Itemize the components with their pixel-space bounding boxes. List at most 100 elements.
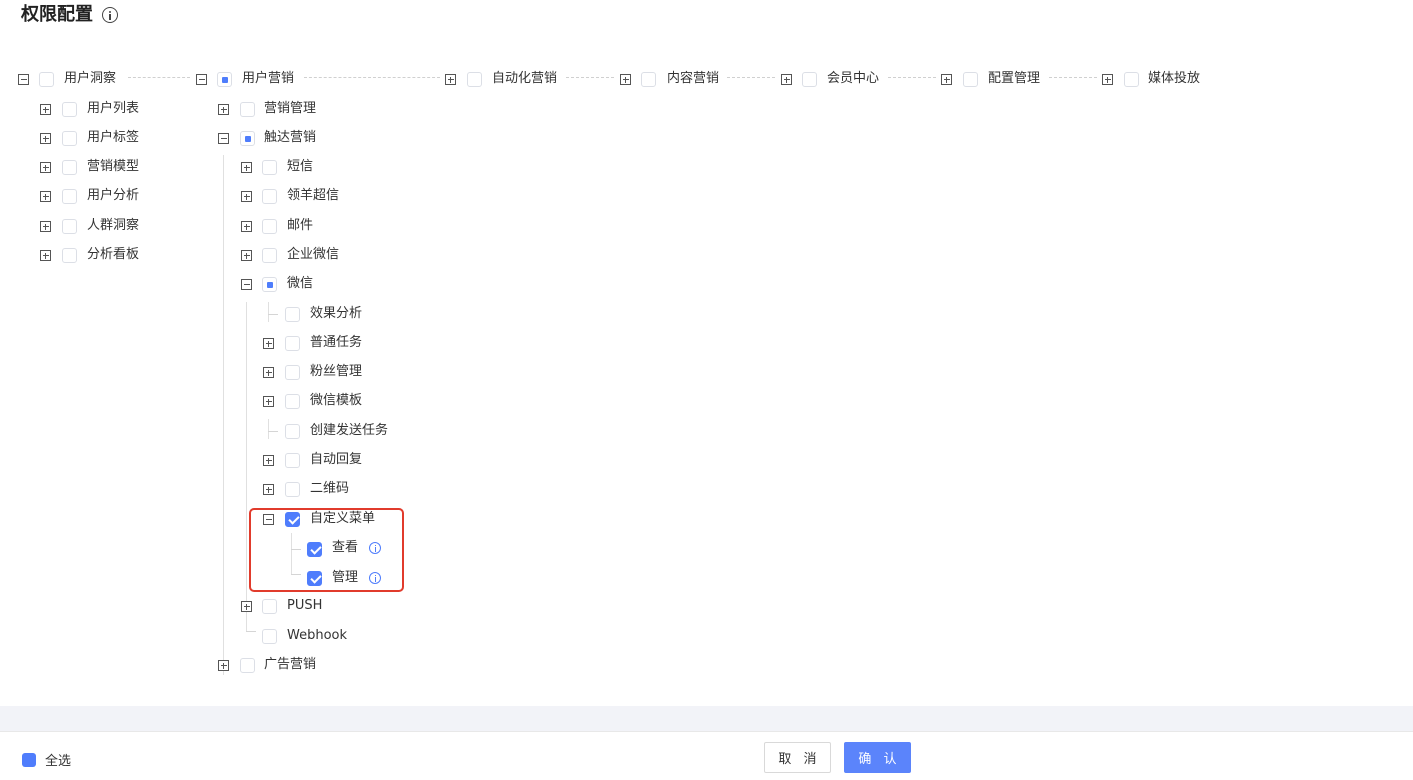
checkbox[interactable] (1124, 72, 1139, 87)
expand-icon[interactable] (40, 191, 51, 202)
tree-node-label: PUSH (287, 598, 323, 613)
collapse-icon[interactable] (241, 279, 252, 290)
tree-node-label: 微信 (287, 276, 314, 291)
select-all-checkbox[interactable] (22, 752, 36, 767)
checkbox[interactable] (307, 542, 322, 557)
collapse-icon[interactable] (196, 74, 207, 85)
tree-node-label: 用户洞察 (64, 71, 117, 86)
checkbox[interactable] (262, 629, 277, 644)
tree-node-label: Webhook (287, 628, 348, 643)
expand-icon[interactable] (241, 191, 252, 202)
connector-line (1049, 77, 1097, 78)
checkbox[interactable] (62, 160, 77, 175)
expand-icon[interactable] (40, 221, 51, 232)
expand-icon[interactable] (1102, 74, 1113, 85)
expand-icon[interactable] (218, 104, 229, 115)
checkbox[interactable] (963, 72, 978, 87)
checkbox[interactable] (262, 219, 277, 234)
checkbox[interactable] (641, 72, 656, 87)
checkbox[interactable] (467, 72, 482, 87)
tree-guide-line (268, 419, 269, 439)
tree-node-label: 内容营销 (667, 71, 720, 86)
expand-icon[interactable] (263, 484, 274, 495)
expand-icon[interactable] (241, 250, 252, 261)
checkbox[interactable] (802, 72, 817, 87)
tree-node-label: 自动回复 (310, 452, 363, 467)
connector-line (727, 77, 775, 78)
checkbox[interactable] (39, 72, 54, 87)
tree-node-label: 自定义菜单 (310, 511, 376, 526)
tree-node-label: 短信 (287, 159, 314, 174)
expand-icon[interactable] (263, 338, 274, 349)
checkbox[interactable] (285, 482, 300, 497)
tree-node-label: 微信模板 (310, 393, 363, 408)
checkbox[interactable] (285, 394, 300, 409)
expand-icon[interactable] (941, 74, 952, 85)
checkbox[interactable] (262, 189, 277, 204)
expand-icon[interactable] (40, 250, 51, 261)
checkbox[interactable] (240, 658, 255, 673)
expand-icon[interactable] (620, 74, 631, 85)
confirm-button[interactable]: 确 认 (844, 742, 911, 773)
expand-icon[interactable] (40, 133, 51, 144)
collapse-icon[interactable] (18, 74, 29, 85)
info-icon[interactable] (369, 572, 381, 584)
checkbox[interactable] (262, 248, 277, 263)
tree-node-label: 普通任务 (310, 335, 363, 350)
page-header: 权限配置 (21, 4, 118, 26)
select-all-toggle[interactable]: 全选 (22, 750, 71, 769)
checkbox[interactable] (262, 277, 277, 292)
collapse-icon[interactable] (263, 514, 274, 525)
checkbox[interactable] (62, 102, 77, 117)
tree-node-label: 媒体投放 (1148, 71, 1201, 86)
checkbox[interactable] (285, 307, 300, 322)
checkbox[interactable] (217, 72, 232, 87)
checkbox[interactable] (62, 219, 77, 234)
checkbox[interactable] (285, 365, 300, 380)
tree-guide-line (223, 155, 224, 675)
expand-icon[interactable] (40, 162, 51, 173)
checkbox[interactable] (262, 160, 277, 175)
expand-icon[interactable] (781, 74, 792, 85)
tree-node-label: 用户列表 (87, 101, 140, 116)
checkbox[interactable] (62, 131, 77, 146)
tree-node-label: 创建发送任务 (310, 423, 389, 438)
page-title: 权限配置 (21, 4, 93, 25)
checkbox[interactable] (307, 571, 322, 586)
expand-icon[interactable] (445, 74, 456, 85)
tree-node-label: 自动化营销 (492, 71, 558, 86)
tree-node-label: 企业微信 (287, 247, 340, 262)
tree-node-label: 粉丝管理 (310, 364, 363, 379)
checkbox[interactable] (285, 512, 300, 527)
tree-node-label: 效果分析 (310, 306, 363, 321)
tree-node-label: 广告营销 (264, 657, 317, 672)
tree-node-label: 用户营销 (242, 71, 295, 86)
checkbox[interactable] (262, 599, 277, 614)
collapse-icon[interactable] (218, 133, 229, 144)
checkbox[interactable] (285, 336, 300, 351)
checkbox[interactable] (285, 453, 300, 468)
tree-node-label: 查看 (332, 540, 359, 555)
expand-icon[interactable] (241, 601, 252, 612)
expand-icon[interactable] (241, 162, 252, 173)
checkbox[interactable] (240, 102, 255, 117)
expand-icon[interactable] (241, 221, 252, 232)
expand-icon[interactable] (263, 367, 274, 378)
info-icon[interactable] (369, 542, 381, 554)
cancel-button[interactable]: 取 消 (764, 742, 831, 773)
expand-icon[interactable] (40, 104, 51, 115)
checkbox[interactable] (285, 424, 300, 439)
tree-node-label: 营销模型 (87, 159, 140, 174)
connector-line (566, 77, 614, 78)
info-icon[interactable] (102, 7, 118, 23)
tree-guide-line (246, 631, 256, 632)
checkbox[interactable] (62, 248, 77, 263)
checkbox[interactable] (62, 189, 77, 204)
expand-icon[interactable] (263, 396, 274, 407)
expand-icon[interactable] (218, 660, 229, 671)
checkbox[interactable] (240, 131, 255, 146)
tree-node-label: 用户分析 (87, 188, 140, 203)
tree-node-label: 会员中心 (827, 71, 880, 86)
connector-line (304, 77, 440, 78)
expand-icon[interactable] (263, 455, 274, 466)
